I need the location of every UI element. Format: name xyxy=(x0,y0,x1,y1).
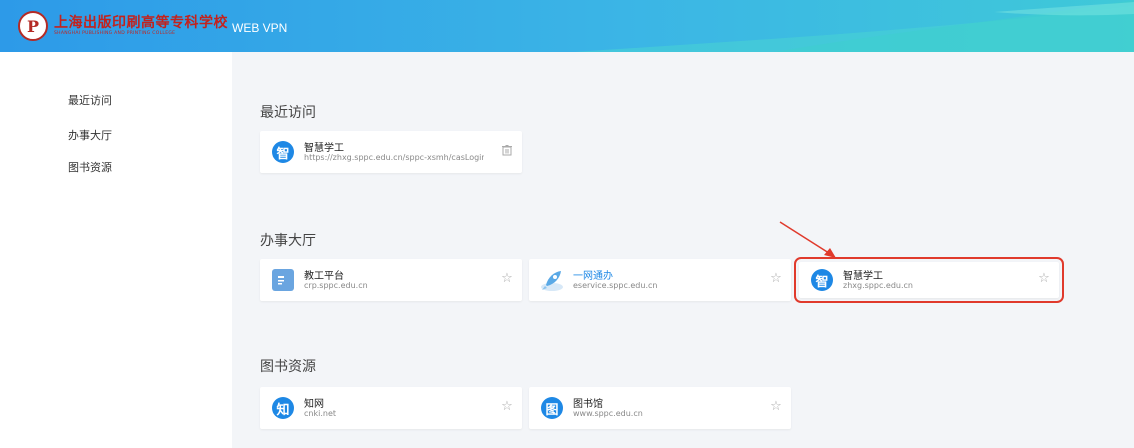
card-hall-jiaogong[interactable]: 教工平台 crp.sppc.edu.cn ☆ xyxy=(260,259,522,301)
card-hall-eservice[interactable]: 一网通办 eservice.sppc.edu.cn ☆ xyxy=(529,259,791,301)
card-name: 一网通办 xyxy=(573,271,613,282)
annotation-arrow xyxy=(779,221,836,258)
zhi-icon: 智 xyxy=(811,269,833,291)
section-title-recent: 最近访问 xyxy=(260,105,316,121)
card-library-tsg[interactable]: 图 图书馆 www.sppc.edu.cn ☆ xyxy=(529,387,791,429)
card-url: cnki.net xyxy=(304,409,336,418)
school-name-en: SHANGHAI PUBLISHING AND PRINTING COLLEGE xyxy=(54,31,176,36)
card-url: www.sppc.edu.cn xyxy=(573,409,643,418)
star-icon[interactable]: ☆ xyxy=(500,400,514,414)
card-name: 知网 xyxy=(304,399,324,410)
zhi-icon: 智 xyxy=(272,141,294,163)
rocket-icon xyxy=(539,267,565,293)
card-url: crp.sppc.edu.cn xyxy=(304,281,368,290)
sidebar-item-library[interactable]: 图书资源 xyxy=(68,159,112,175)
section-title-library: 图书资源 xyxy=(260,359,316,375)
card-url: https://zhxg.sppc.edu.cn/sppc-xsmh/casLo… xyxy=(304,153,484,162)
school-name: 上海出版印刷高等专科学校 SHANGHAI PUBLISHING AND PRI… xyxy=(54,15,228,37)
zhi-knowledge-icon: 知 xyxy=(272,397,294,419)
sidebar-item-recent[interactable]: 最近访问 xyxy=(68,92,112,108)
card-library-cnki[interactable]: 知 知网 cnki.net ☆ xyxy=(260,387,522,429)
school-logo[interactable]: P 上海出版印刷高等专科学校 SHANGHAI PUBLISHING AND P… xyxy=(18,11,287,41)
section-title-hall: 办事大厅 xyxy=(260,233,316,249)
card-recent-zhxg[interactable]: 智 智慧学工 https://zhxg.sppc.edu.cn/sppc-xsm… xyxy=(260,131,522,173)
seal-letter: P xyxy=(26,16,40,36)
star-icon[interactable]: ☆ xyxy=(1037,272,1051,286)
school-seal-icon: P xyxy=(18,11,48,41)
star-icon[interactable]: ☆ xyxy=(769,400,783,414)
card-name: 教工平台 xyxy=(304,271,344,282)
card-url: eservice.sppc.edu.cn xyxy=(573,281,658,290)
card-name: 智慧学工 xyxy=(843,271,883,282)
card-name: 智慧学工 xyxy=(304,143,344,154)
star-icon[interactable]: ☆ xyxy=(500,272,514,286)
sidebar-item-hall[interactable]: 办事大厅 xyxy=(68,127,112,143)
school-name-cn: 上海出版印刷高等专科学校 xyxy=(54,15,228,31)
top-header: P 上海出版印刷高等专科学校 SHANGHAI PUBLISHING AND P… xyxy=(0,0,1134,52)
card-hall-zhxg[interactable]: 智 智慧学工 zhxg.sppc.edu.cn ☆ xyxy=(794,257,1064,303)
delete-icon[interactable] xyxy=(500,144,514,158)
header-wave-decoration xyxy=(574,0,1134,52)
document-icon xyxy=(272,269,294,291)
card-name: 图书馆 xyxy=(573,399,603,410)
sidebar: 最近访问 办事大厅 图书资源 xyxy=(0,52,232,448)
tu-library-icon: 图 xyxy=(541,397,563,419)
app-title: WEB VPN xyxy=(232,21,288,35)
star-icon[interactable]: ☆ xyxy=(769,272,783,286)
card-url: zhxg.sppc.edu.cn xyxy=(843,281,913,290)
